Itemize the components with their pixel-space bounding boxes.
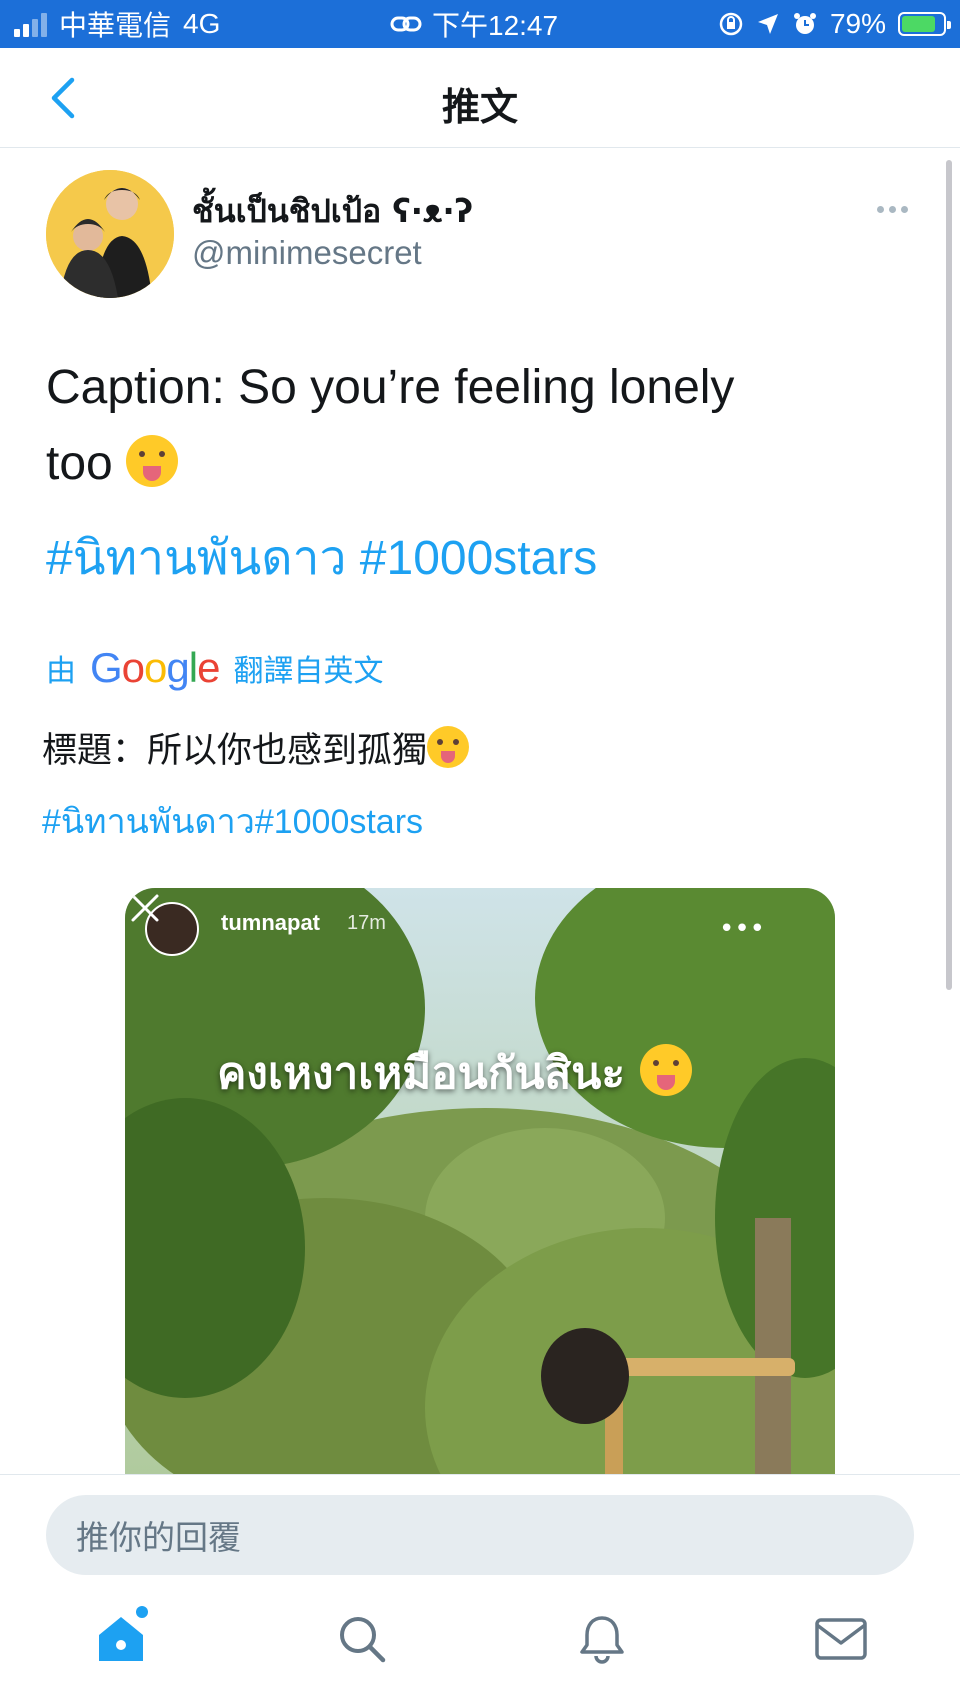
scroll-indicator[interactable] bbox=[946, 160, 952, 990]
location-icon bbox=[757, 14, 778, 34]
status-left: 中華電信 4G bbox=[14, 6, 220, 42]
hashtag-link[interactable]: #นิทานพันดาว bbox=[46, 532, 346, 585]
avatar[interactable] bbox=[46, 170, 174, 298]
tweet-hashtags: #นิทานพันดาว #1000stars bbox=[46, 520, 597, 596]
clock: 下午12:47 bbox=[432, 10, 559, 41]
tongue-emoji-icon bbox=[126, 435, 179, 487]
tongue-emoji-icon bbox=[427, 726, 470, 768]
story-username: tumnapat bbox=[221, 910, 320, 935]
hashtag-link[interactable]: #1000stars bbox=[360, 532, 598, 585]
story-time: 17m bbox=[347, 912, 386, 934]
new-content-dot bbox=[136, 1606, 148, 1618]
translation-attribution[interactable]: 由 Google 翻譯自英文 bbox=[46, 644, 384, 691]
tab-messages[interactable] bbox=[806, 1604, 876, 1674]
battery-icon bbox=[898, 12, 951, 36]
translation-prefix: 由 bbox=[46, 654, 76, 689]
more-dot bbox=[888, 205, 896, 213]
translation-suffix: 翻譯自英文 bbox=[233, 654, 384, 689]
home-icon bbox=[99, 1617, 143, 1661]
google-logo: Google bbox=[90, 644, 220, 691]
display-name[interactable]: ชั้นเป็นชิปเป้อ ʕ·ᴥ·ʔ bbox=[192, 186, 473, 237]
translated-hashtags[interactable]: #นิทานพันดาว#1000stars bbox=[42, 794, 423, 848]
more-dot bbox=[900, 205, 908, 213]
page-title: 推文 bbox=[441, 85, 518, 129]
translated-text-body: 標題：所以你也感到孤獨 bbox=[42, 731, 428, 771]
tab-notifications[interactable] bbox=[567, 1604, 637, 1674]
reply-input[interactable]: 推你的回覆 bbox=[46, 1495, 914, 1575]
status-bar: 中華電信 4G 下午12:47 79% bbox=[0, 0, 960, 48]
search-icon bbox=[340, 1617, 386, 1663]
signal-icon bbox=[14, 11, 47, 37]
status-center: 下午12:47 bbox=[390, 6, 558, 42]
translated-text: 標題：所以你也感到孤獨 bbox=[42, 722, 470, 773]
tab-home[interactable] bbox=[86, 1604, 156, 1674]
more-options-button[interactable] bbox=[872, 192, 912, 226]
story-caption: คงเหงาเหมือนกันสินะ bbox=[217, 1038, 693, 1108]
story-more-icon: ••• bbox=[719, 914, 766, 944]
link-icon bbox=[390, 16, 422, 32]
reply-bar: 推你的回覆 bbox=[0, 1474, 960, 1582]
close-icon bbox=[131, 894, 159, 922]
carrier-label: 中華電信 bbox=[59, 10, 172, 41]
tweet-text-line1: Caption: So you’re feeling lonely bbox=[46, 361, 735, 414]
tweet-text: Caption: So you’re feeling lonely too bbox=[46, 350, 886, 502]
tweet-text-line2: too bbox=[46, 437, 113, 490]
story-caption-text: คงเหงาเหมือนกันสินะ bbox=[217, 1048, 625, 1099]
tab-search[interactable] bbox=[327, 1604, 397, 1674]
battery-percent: 79% bbox=[829, 8, 886, 39]
alarm-icon bbox=[793, 13, 816, 34]
nav-header: 推文 bbox=[0, 48, 960, 148]
network-label: 4G bbox=[183, 8, 221, 39]
tongue-emoji-icon bbox=[640, 1044, 693, 1096]
tab-bar bbox=[0, 1582, 960, 1707]
user-handle[interactable]: @minimesecret bbox=[192, 234, 422, 272]
rotation-lock-icon bbox=[719, 12, 743, 36]
mail-icon bbox=[815, 1618, 867, 1660]
bell-icon bbox=[580, 1616, 624, 1664]
more-dot bbox=[876, 205, 884, 213]
status-right: 79% bbox=[718, 6, 951, 42]
